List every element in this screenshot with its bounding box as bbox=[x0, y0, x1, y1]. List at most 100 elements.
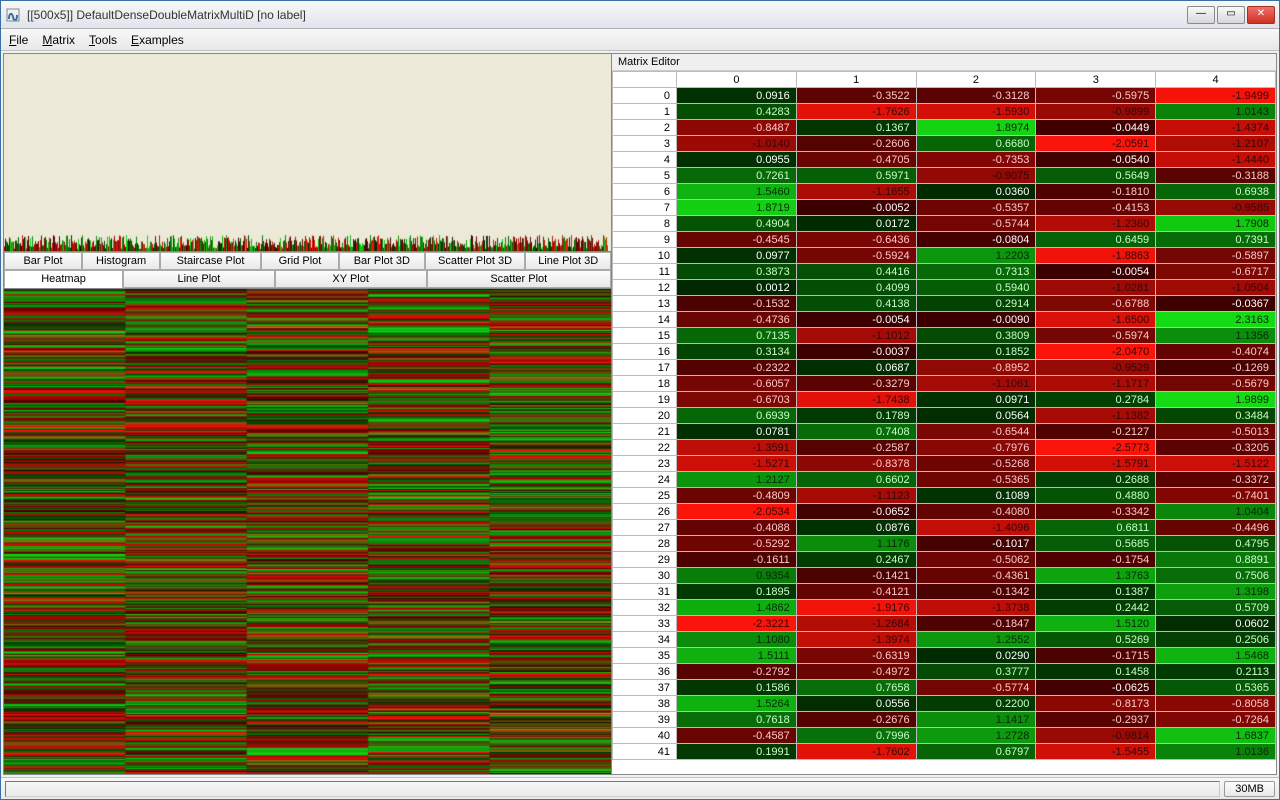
row-header[interactable]: 23 bbox=[613, 456, 677, 472]
matrix-cell[interactable]: -0.5924 bbox=[796, 248, 916, 264]
matrix-cell[interactable]: 0.0916 bbox=[677, 88, 797, 104]
heatmap-plot[interactable] bbox=[4, 289, 611, 774]
matrix-cell[interactable]: -0.5975 bbox=[1036, 88, 1156, 104]
matrix-cell[interactable]: -0.8487 bbox=[677, 120, 797, 136]
matrix-cell[interactable]: -0.1754 bbox=[1036, 552, 1156, 568]
col-header[interactable]: 0 bbox=[677, 72, 797, 88]
matrix-cell[interactable]: 1.2552 bbox=[916, 632, 1036, 648]
matrix-cell[interactable]: 0.2113 bbox=[1156, 664, 1276, 680]
row-header[interactable]: 21 bbox=[613, 424, 677, 440]
matrix-cell[interactable]: -1.1123 bbox=[796, 488, 916, 504]
matrix-cell[interactable]: 1.1417 bbox=[916, 712, 1036, 728]
matrix-cell[interactable]: -0.3279 bbox=[796, 376, 916, 392]
matrix-cell[interactable]: 0.1895 bbox=[677, 584, 797, 600]
row-header[interactable]: 41 bbox=[613, 744, 677, 760]
matrix-cell[interactable]: -0.1342 bbox=[916, 584, 1036, 600]
matrix-cell[interactable]: -0.1017 bbox=[916, 536, 1036, 552]
col-header[interactable]: 1 bbox=[796, 72, 916, 88]
matrix-cell[interactable]: -1.1382 bbox=[1036, 408, 1156, 424]
row-header[interactable]: 1 bbox=[613, 104, 677, 120]
matrix-cell[interactable]: -1.5791 bbox=[1036, 456, 1156, 472]
tab-scatter-plot[interactable]: Scatter Plot bbox=[427, 270, 611, 288]
row-header[interactable]: 2 bbox=[613, 120, 677, 136]
row-header[interactable]: 15 bbox=[613, 328, 677, 344]
row-header[interactable]: 35 bbox=[613, 648, 677, 664]
matrix-cell[interactable]: 0.0602 bbox=[1156, 616, 1276, 632]
matrix-cell[interactable]: 0.6811 bbox=[1036, 520, 1156, 536]
matrix-cell[interactable]: 1.9899 bbox=[1156, 392, 1276, 408]
matrix-cell[interactable]: 0.0781 bbox=[677, 424, 797, 440]
matrix-cell[interactable]: -1.0281 bbox=[1036, 280, 1156, 296]
matrix-cell[interactable]: 1.2127 bbox=[677, 472, 797, 488]
matrix-cell[interactable]: -0.5357 bbox=[916, 200, 1036, 216]
matrix-cell[interactable]: -0.6057 bbox=[677, 376, 797, 392]
matrix-cell[interactable]: 1.2203 bbox=[916, 248, 1036, 264]
matrix-cell[interactable]: 0.6797 bbox=[916, 744, 1036, 760]
tab-histogram[interactable]: Histogram bbox=[82, 252, 160, 270]
matrix-cell[interactable]: -0.0652 bbox=[796, 504, 916, 520]
row-header[interactable]: 31 bbox=[613, 584, 677, 600]
matrix-cell[interactable]: -1.4096 bbox=[916, 520, 1036, 536]
matrix-cell[interactable]: -0.6788 bbox=[1036, 296, 1156, 312]
matrix-cell[interactable]: -0.5774 bbox=[916, 680, 1036, 696]
matrix-cell[interactable]: 1.1356 bbox=[1156, 328, 1276, 344]
matrix-cell[interactable]: -0.3372 bbox=[1156, 472, 1276, 488]
matrix-cell[interactable]: 0.6939 bbox=[677, 408, 797, 424]
matrix-cell[interactable]: 0.3873 bbox=[677, 264, 797, 280]
tab-bar-plot-3d[interactable]: Bar Plot 3D bbox=[339, 252, 425, 270]
matrix-cell[interactable]: 0.1387 bbox=[1036, 584, 1156, 600]
tab-scatter-plot-3d[interactable]: Scatter Plot 3D bbox=[425, 252, 526, 270]
matrix-cell[interactable]: -0.5365 bbox=[916, 472, 1036, 488]
matrix-cell[interactable]: -0.6717 bbox=[1156, 264, 1276, 280]
matrix-cell[interactable]: -1.2107 bbox=[1156, 136, 1276, 152]
matrix-cell[interactable]: -0.8952 bbox=[916, 360, 1036, 376]
matrix-cell[interactable]: -1.3591 bbox=[677, 440, 797, 456]
matrix-cell[interactable]: -0.5897 bbox=[1156, 248, 1276, 264]
row-header[interactable]: 17 bbox=[613, 360, 677, 376]
matrix-cell[interactable]: -0.8173 bbox=[1036, 696, 1156, 712]
row-header[interactable]: 19 bbox=[613, 392, 677, 408]
matrix-cell[interactable]: -0.0090 bbox=[916, 312, 1036, 328]
matrix-cell[interactable]: 0.1458 bbox=[1036, 664, 1156, 680]
memory-button[interactable]: 30MB bbox=[1224, 781, 1275, 797]
matrix-cell[interactable]: 1.4862 bbox=[677, 600, 797, 616]
menu-matrix[interactable]: Matrix bbox=[42, 33, 75, 47]
row-header[interactable]: 5 bbox=[613, 168, 677, 184]
matrix-cell[interactable]: -0.6544 bbox=[916, 424, 1036, 440]
matrix-cell[interactable]: -0.6703 bbox=[677, 392, 797, 408]
matrix-cell[interactable]: -0.1611 bbox=[677, 552, 797, 568]
matrix-cell[interactable]: -0.0540 bbox=[1036, 152, 1156, 168]
matrix-cell[interactable]: 1.1176 bbox=[796, 536, 916, 552]
matrix-cell[interactable]: 0.7618 bbox=[677, 712, 797, 728]
row-header[interactable]: 9 bbox=[613, 232, 677, 248]
matrix-cell[interactable]: 0.3134 bbox=[677, 344, 797, 360]
matrix-cell[interactable]: -1.0140 bbox=[677, 136, 797, 152]
matrix-cell[interactable]: 1.0143 bbox=[1156, 104, 1276, 120]
matrix-cell[interactable]: 0.7996 bbox=[796, 728, 916, 744]
matrix-cell[interactable]: 0.5649 bbox=[1036, 168, 1156, 184]
matrix-cell[interactable]: 0.6938 bbox=[1156, 184, 1276, 200]
matrix-cell[interactable]: 0.4138 bbox=[796, 296, 916, 312]
matrix-cell[interactable]: 0.1852 bbox=[916, 344, 1036, 360]
matrix-cell[interactable]: -0.7353 bbox=[916, 152, 1036, 168]
matrix-cell[interactable]: -1.4440 bbox=[1156, 152, 1276, 168]
matrix-cell[interactable]: -2.0534 bbox=[677, 504, 797, 520]
tab-bar-plot[interactable]: Bar Plot bbox=[4, 252, 82, 270]
matrix-cell[interactable]: -1.1655 bbox=[796, 184, 916, 200]
matrix-cell[interactable]: -0.8058 bbox=[1156, 696, 1276, 712]
matrix-cell[interactable]: -0.6319 bbox=[796, 648, 916, 664]
tab-staircase-plot[interactable]: Staircase Plot bbox=[160, 252, 261, 270]
matrix-cell[interactable]: 0.0876 bbox=[796, 520, 916, 536]
matrix-cell[interactable]: 0.2784 bbox=[1036, 392, 1156, 408]
matrix-cell[interactable]: -0.7976 bbox=[916, 440, 1036, 456]
matrix-cell[interactable]: 0.2467 bbox=[796, 552, 916, 568]
matrix-cell[interactable]: -1.5271 bbox=[677, 456, 797, 472]
tab-line-plot-3d[interactable]: Line Plot 3D bbox=[525, 252, 611, 270]
matrix-cell[interactable]: 0.3777 bbox=[916, 664, 1036, 680]
matrix-cell[interactable]: -2.5773 bbox=[1036, 440, 1156, 456]
matrix-grid[interactable]: 01234 00.0916-0.3522-0.3128-0.5975-1.949… bbox=[612, 71, 1276, 774]
matrix-cell[interactable]: 0.0360 bbox=[916, 184, 1036, 200]
row-header[interactable]: 10 bbox=[613, 248, 677, 264]
matrix-cell[interactable]: -1.0504 bbox=[1156, 280, 1276, 296]
matrix-cell[interactable]: -0.2937 bbox=[1036, 712, 1156, 728]
